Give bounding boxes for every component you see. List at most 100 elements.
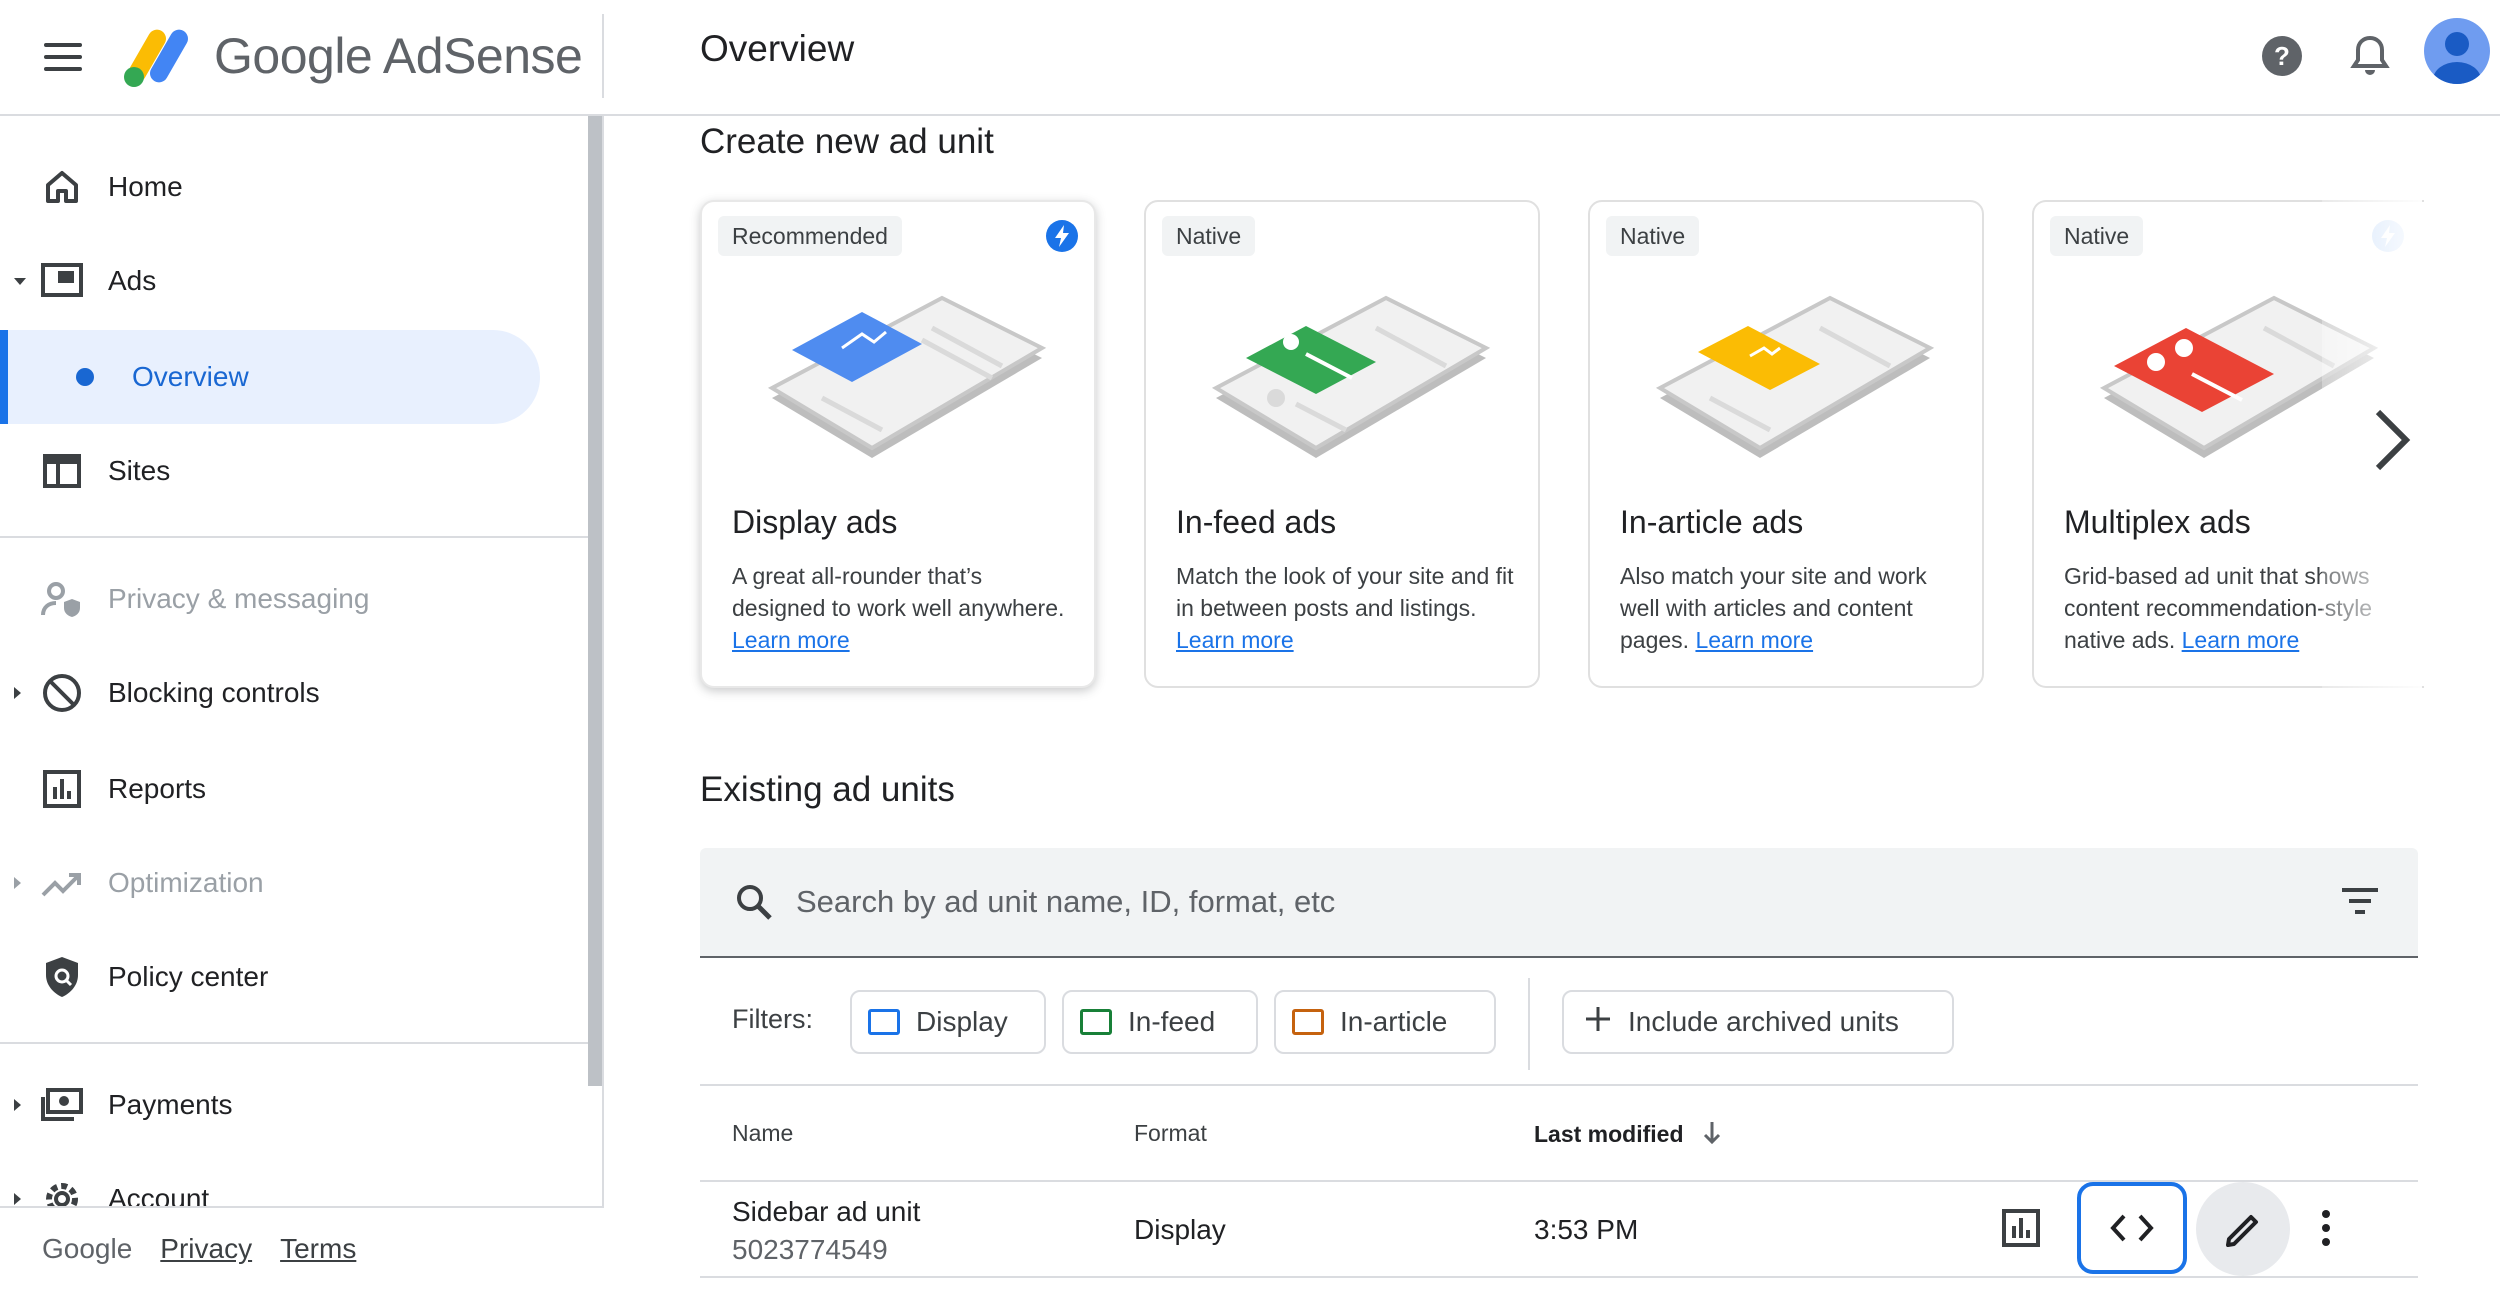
existing-section-title: Existing ad units: [700, 770, 955, 809]
privacy-icon: [40, 577, 84, 621]
sidebar-divider: [0, 536, 588, 538]
sidebar-footer: Google Privacy Terms: [0, 1206, 604, 1290]
include-archived-chip[interactable]: Include archived units: [1562, 990, 1954, 1054]
card-title: In-feed ads: [1176, 504, 1337, 540]
sidebar-item-blocking-controls[interactable]: Blocking controls: [0, 646, 560, 740]
active-dot: [76, 368, 94, 386]
payments-icon: [40, 1083, 84, 1127]
privacy-link[interactable]: Privacy: [160, 1233, 252, 1265]
sidebar-item-optimization[interactable]: Optimization: [0, 836, 560, 930]
sidebar-item-privacy-messaging[interactable]: Privacy & messaging: [0, 552, 560, 646]
sidebar-item-reports[interactable]: Reports: [0, 742, 560, 836]
sidebar-item-sites[interactable]: Sites: [0, 424, 560, 518]
ads-icon: [40, 259, 84, 303]
table-row[interactable]: Sidebar ad unit 5023774549 Display 3:53 …: [700, 1182, 2418, 1278]
learn-more-link[interactable]: Learn more: [2182, 627, 2300, 653]
expand-icon: [14, 277, 26, 285]
ad-type-card-in-feed[interactable]: Native In-feed ads Match the look of you…: [1144, 200, 1540, 688]
display-ads-illustration: [767, 295, 1047, 458]
card-badge: Recommended: [718, 216, 902, 256]
account-avatar[interactable]: [2424, 18, 2490, 84]
header-divider: [602, 14, 604, 98]
table-header: Name Format Last modified: [700, 1086, 2418, 1182]
reports-icon: [40, 767, 84, 811]
card-badge: Native: [2050, 216, 2144, 256]
column-header-last-modified[interactable]: Last modified: [1534, 1120, 1722, 1152]
chip-label: Display: [916, 1006, 1008, 1037]
sidebar-item-overview[interactable]: Overview: [0, 330, 540, 424]
policy-icon: [40, 955, 84, 999]
terms-link[interactable]: Terms: [280, 1233, 356, 1265]
filter-chip-in-feed[interactable]: In-feed: [1062, 990, 1258, 1054]
learn-more-link[interactable]: Learn more: [732, 627, 850, 653]
sidebar-item-label: Policy center: [108, 961, 269, 992]
sidebar: Home Ads Overview Sites Privacy & messag…: [0, 116, 604, 1290]
add-icon: [1584, 1005, 1612, 1040]
home-icon: [40, 165, 84, 209]
sidebar-item-payments[interactable]: Payments: [0, 1058, 560, 1152]
filters-bar: Filters: Display In-feed In-article Incl…: [700, 958, 2418, 1086]
in-article-ads-illustration: [1655, 295, 1935, 458]
card-description: Also match your site and work well with …: [1620, 560, 1966, 656]
adsense-logo-mark: [122, 23, 194, 89]
column-header-format[interactable]: Format: [1134, 1120, 1207, 1147]
ad-type-card-display[interactable]: Recommended Display ads A great all-roun…: [700, 200, 1096, 688]
menu-icon[interactable]: [40, 34, 86, 80]
sort-arrow-down-icon: [1702, 1120, 1722, 1152]
ad-unit-search-input[interactable]: Search by ad unit name, ID, format, etc: [700, 848, 2418, 958]
chip-label: In-article: [1340, 1006, 1448, 1037]
sidebar-item-label: Privacy & messaging: [108, 583, 370, 614]
learn-more-link[interactable]: Learn more: [1695, 627, 1813, 653]
edit-icon[interactable]: [2196, 1182, 2290, 1276]
sidebar-divider: [0, 1042, 588, 1044]
help-icon[interactable]: ?: [2252, 26, 2312, 86]
report-icon[interactable]: [1971, 1182, 2071, 1274]
sidebar-item-label: Reports: [108, 773, 207, 804]
ad-unit-id: 5023774549: [732, 1234, 888, 1265]
display-format-icon: [868, 1009, 900, 1035]
search-icon: [734, 882, 774, 927]
chip-label: In-feed: [1128, 1006, 1216, 1037]
expand-icon: [14, 1099, 21, 1111]
filter-chip-display[interactable]: Display: [850, 990, 1046, 1054]
in-article-format-icon: [1292, 1009, 1324, 1035]
card-desc-text: Match the look of your site and fit in b…: [1176, 563, 1514, 621]
get-code-icon[interactable]: [2077, 1182, 2187, 1274]
more-vert-icon[interactable]: [2296, 1182, 2356, 1274]
bolt-icon: [1046, 220, 1078, 252]
column-header-label: Last modified: [1534, 1121, 1684, 1148]
sidebar-scrollbar[interactable]: [588, 116, 602, 1086]
sidebar-item-label: Sites: [108, 455, 171, 486]
card-badge: Native: [1162, 216, 1256, 256]
notifications-icon[interactable]: [2340, 26, 2400, 86]
in-feed-ads-illustration: [1211, 295, 1491, 458]
filter-chip-in-article[interactable]: In-article: [1274, 990, 1496, 1054]
adsense-logo[interactable]: Google AdSense: [122, 16, 583, 96]
card-description: A great all-rounder that’s designed to w…: [732, 560, 1078, 656]
sidebar-item-label: Overview: [132, 361, 249, 392]
footer-google: Google: [42, 1233, 133, 1264]
logo-text: Google AdSense: [214, 27, 583, 85]
column-header-name[interactable]: Name: [732, 1120, 793, 1147]
sidebar-item-ads[interactable]: Ads: [0, 234, 560, 328]
carousel-next-icon[interactable]: [2352, 400, 2432, 480]
page-title: Overview: [700, 28, 855, 69]
filters-label: Filters:: [732, 1004, 813, 1034]
learn-more-link[interactable]: Learn more: [1176, 627, 1294, 653]
ad-type-card-in-article[interactable]: Native In-article ads Also match your si…: [1588, 200, 1984, 688]
chip-label: Include archived units: [1628, 1006, 1899, 1037]
ad-unit-name[interactable]: Sidebar ad unit: [732, 1196, 920, 1228]
sidebar-item-policy-center[interactable]: Policy center: [0, 930, 560, 1024]
sidebar-item-label: Payments: [108, 1089, 233, 1120]
filter-list-icon[interactable]: [2340, 886, 2380, 921]
block-icon: [40, 671, 84, 715]
card-desc-text: A great all-rounder that’s designed to w…: [732, 563, 1065, 621]
expand-icon: [14, 687, 21, 699]
logo-product-text: AdSense: [382, 28, 583, 84]
ad-unit-format: Display: [1134, 1214, 1226, 1245]
expand-icon: [14, 877, 21, 889]
sidebar-item-home[interactable]: Home: [0, 140, 560, 234]
card-title: Multiplex ads: [2064, 504, 2251, 540]
sidebar-item-label: Home: [108, 171, 183, 202]
app-header: Google AdSense Overview ?: [0, 0, 2500, 116]
